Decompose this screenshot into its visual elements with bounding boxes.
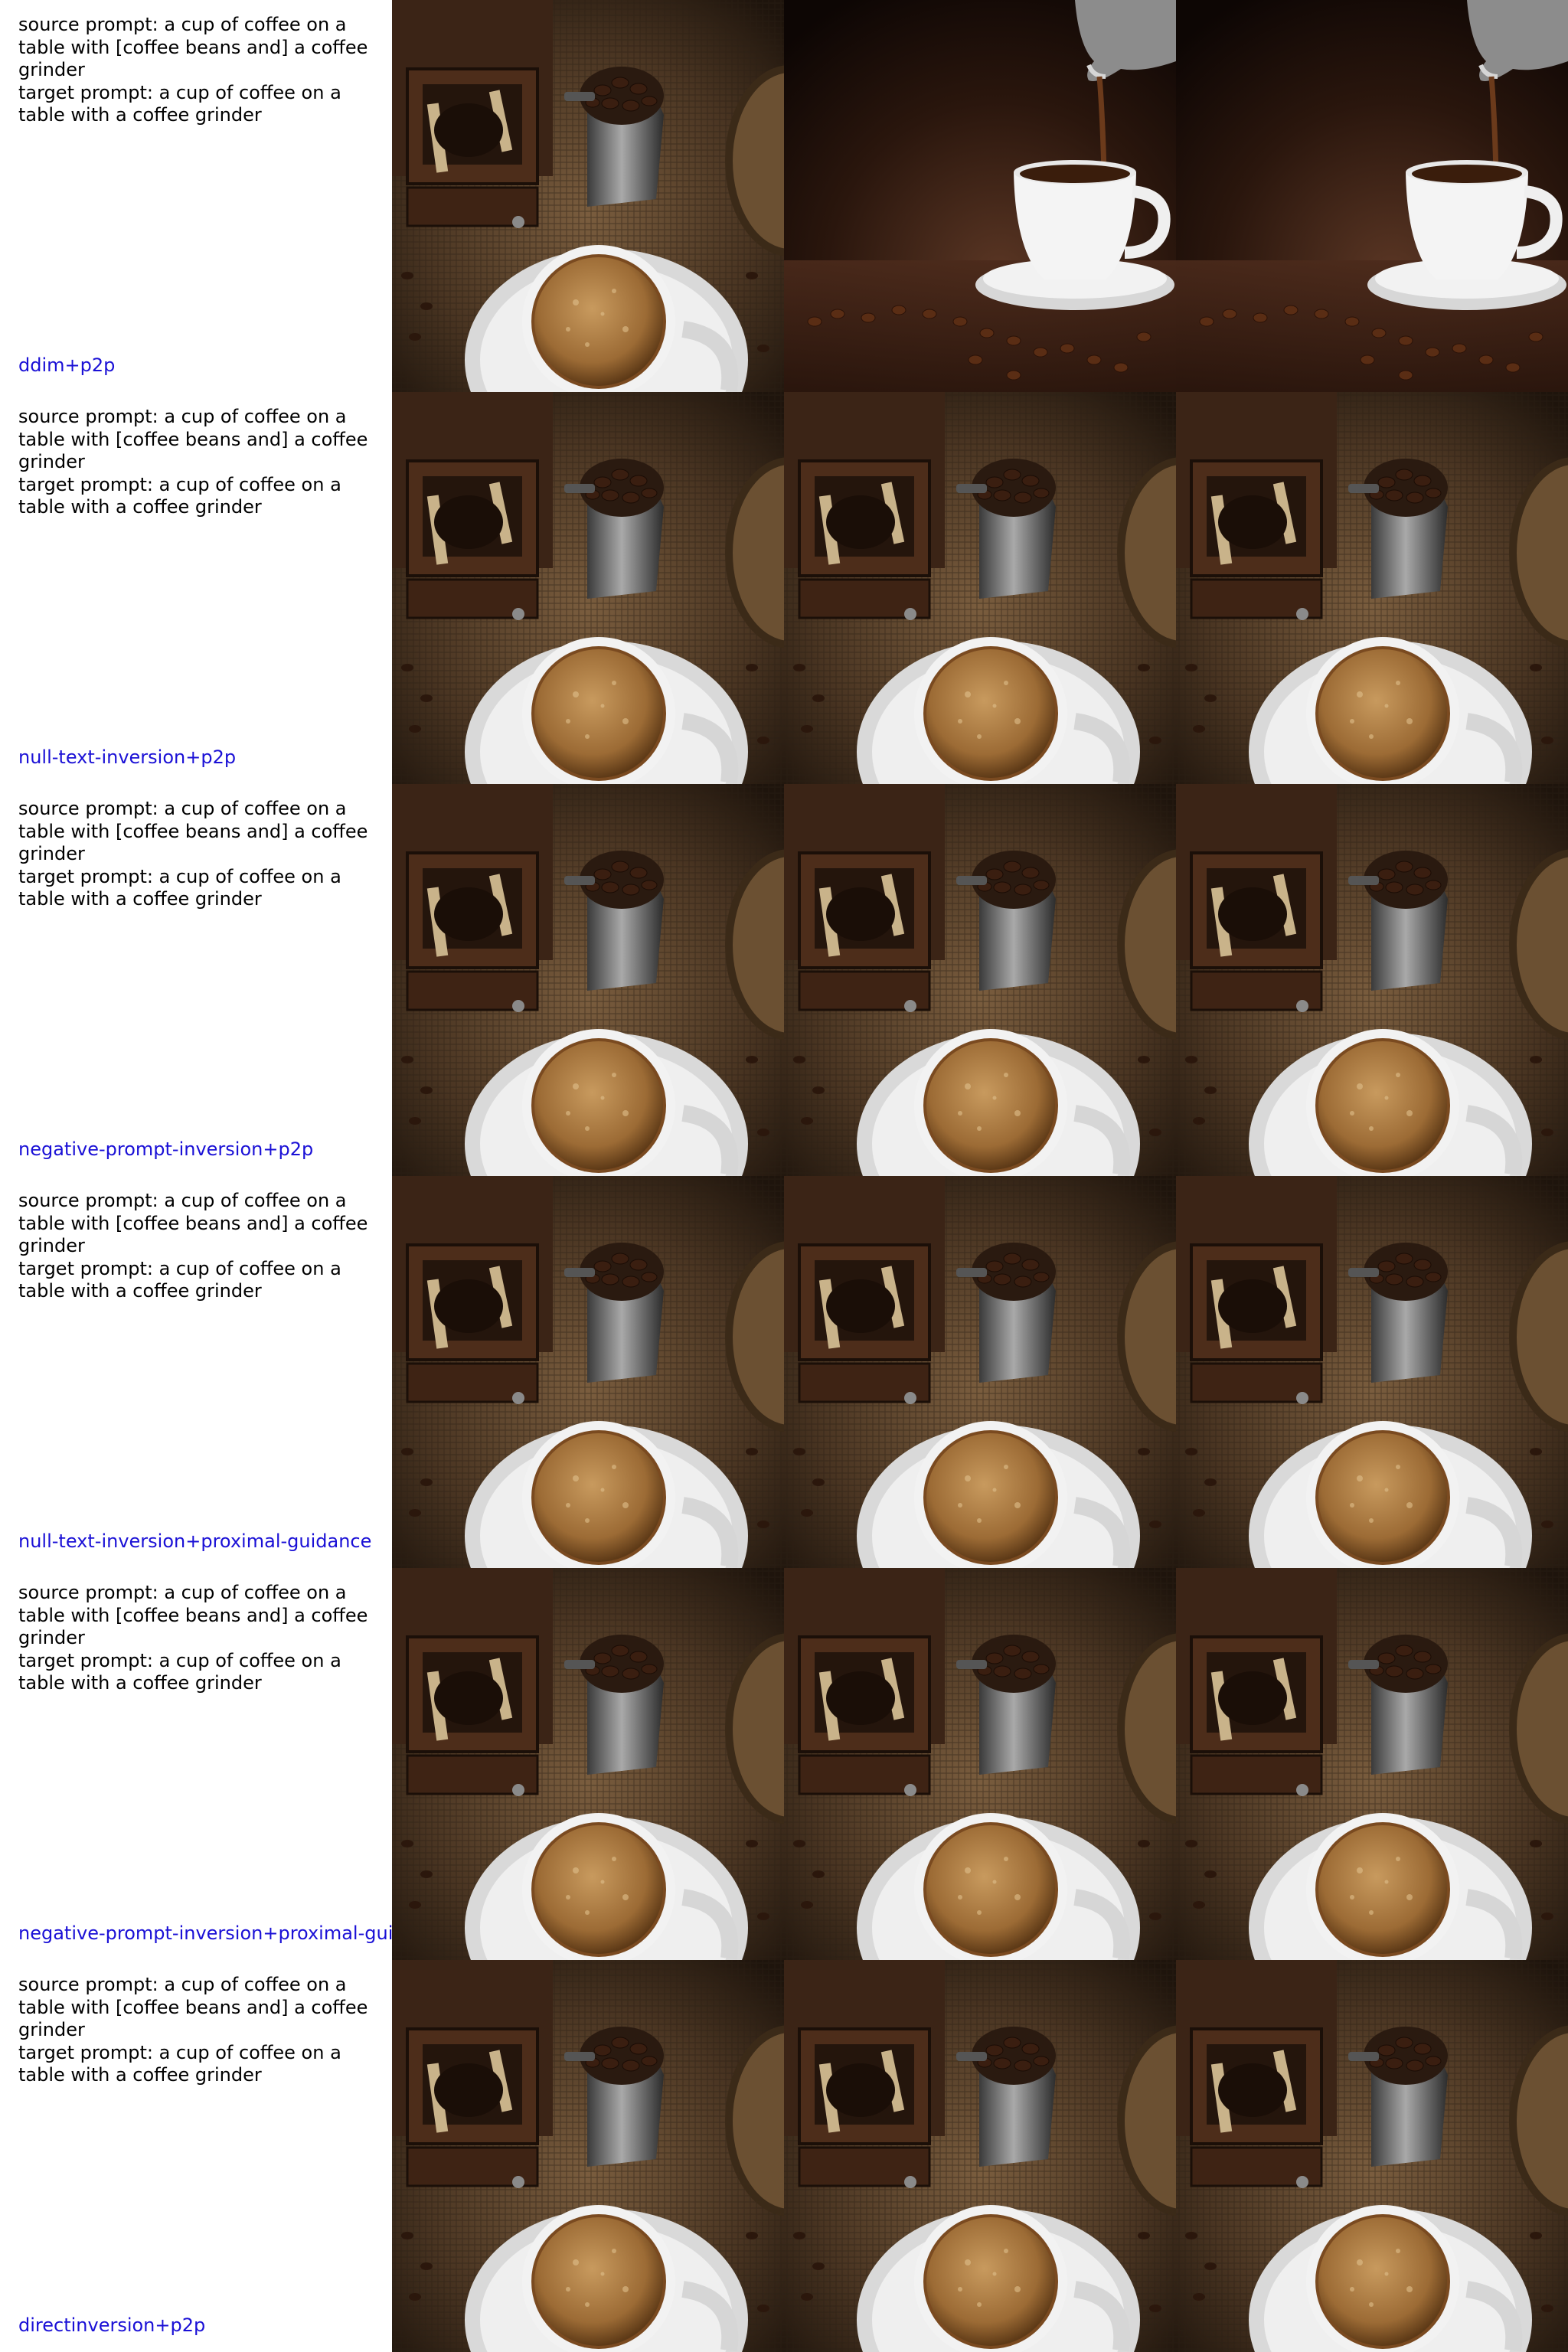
prompt-text: source prompt: a cup of coffee on a tabl… (18, 1974, 392, 2087)
source-prompt: source prompt: a cup of coffee on a tabl… (18, 14, 368, 80)
comparison-grid: source prompt: a cup of coffee on a tabl… (0, 0, 1568, 2352)
method-row: source prompt: a cup of coffee on a tabl… (0, 1568, 1568, 1960)
target-prompt: target prompt: a cup of coffee on a tabl… (18, 81, 341, 126)
coffee-grinder-scene-illustration (1176, 392, 1568, 784)
method-row: source prompt: a cup of coffee on a tabl… (0, 784, 1568, 1176)
row-label-panel: source prompt: a cup of coffee on a tabl… (0, 1176, 392, 1568)
coffee-pouring-scene-illustration (784, 0, 1176, 392)
target-prompt: target prompt: a cup of coffee on a tabl… (18, 473, 341, 518)
coffee-grinder-scene-image (784, 392, 1176, 784)
prompt-text: source prompt: a cup of coffee on a tabl… (18, 14, 392, 127)
row-label-panel: source prompt: a cup of coffee on a tabl… (0, 392, 392, 784)
method-row: source prompt: a cup of coffee on a tabl… (0, 392, 1568, 784)
coffee-pouring-scene-image (1176, 0, 1568, 392)
coffee-grinder-scene-illustration (392, 784, 784, 1176)
target-prompt: target prompt: a cup of coffee on a tabl… (18, 2041, 341, 2086)
method-row: source prompt: a cup of coffee on a tabl… (0, 0, 1568, 392)
coffee-pouring-scene-image (784, 0, 1176, 392)
row-label-panel: source prompt: a cup of coffee on a tabl… (0, 0, 392, 392)
coffee-grinder-scene-image (392, 784, 784, 1176)
method-label: negative-prompt-inversion+p2p (18, 1138, 314, 1160)
coffee-grinder-scene-illustration (392, 0, 784, 392)
coffee-grinder-scene-image (1176, 1176, 1568, 1568)
method-label: directinversion+p2p (18, 2314, 206, 2336)
method-label: negative-prompt-inversion+proximal-guida… (18, 1922, 392, 1944)
coffee-grinder-scene-illustration (392, 1176, 784, 1568)
coffee-grinder-scene-image (1176, 1960, 1568, 2352)
coffee-grinder-scene-illustration (392, 1568, 784, 1960)
method-label: null-text-inversion+proximal-guidance (18, 1530, 372, 1552)
coffee-grinder-scene-illustration (392, 392, 784, 784)
source-prompt: source prompt: a cup of coffee on a tabl… (18, 1974, 368, 2040)
source-prompt: source prompt: a cup of coffee on a tabl… (18, 1190, 368, 1256)
source-prompt: source prompt: a cup of coffee on a tabl… (18, 798, 368, 864)
coffee-grinder-scene-image (784, 1176, 1176, 1568)
coffee-grinder-scene-illustration (1176, 1568, 1568, 1960)
coffee-grinder-scene-illustration (784, 784, 1176, 1176)
coffee-grinder-scene-image (1176, 392, 1568, 784)
coffee-grinder-scene-illustration (1176, 1960, 1568, 2352)
row-label-panel: source prompt: a cup of coffee on a tabl… (0, 784, 392, 1176)
target-prompt: target prompt: a cup of coffee on a tabl… (18, 1257, 341, 1302)
method-row: source prompt: a cup of coffee on a tabl… (0, 1960, 1568, 2352)
coffee-grinder-scene-image (392, 1960, 784, 2352)
coffee-grinder-scene-illustration (784, 392, 1176, 784)
source-prompt: source prompt: a cup of coffee on a tabl… (18, 1582, 368, 1648)
target-prompt: target prompt: a cup of coffee on a tabl… (18, 1649, 341, 1694)
row-label-panel: source prompt: a cup of coffee on a tabl… (0, 1568, 392, 1960)
coffee-grinder-scene-image (392, 1568, 784, 1960)
target-prompt: target prompt: a cup of coffee on a tabl… (18, 865, 341, 910)
coffee-grinder-scene-illustration (784, 1568, 1176, 1960)
method-row: source prompt: a cup of coffee on a tabl… (0, 1176, 1568, 1568)
method-label: ddim+p2p (18, 354, 116, 376)
coffee-grinder-scene-image (1176, 1568, 1568, 1960)
coffee-grinder-scene-image (392, 0, 784, 392)
coffee-grinder-scene-image (392, 1176, 784, 1568)
coffee-grinder-scene-illustration (392, 1960, 784, 2352)
coffee-pouring-scene-illustration (1176, 0, 1568, 392)
method-label: null-text-inversion+p2p (18, 746, 237, 768)
coffee-grinder-scene-illustration (784, 1960, 1176, 2352)
coffee-grinder-scene-image (392, 392, 784, 784)
prompt-text: source prompt: a cup of coffee on a tabl… (18, 798, 392, 911)
coffee-grinder-scene-image (784, 1960, 1176, 2352)
source-prompt: source prompt: a cup of coffee on a tabl… (18, 406, 368, 472)
coffee-grinder-scene-illustration (1176, 784, 1568, 1176)
coffee-grinder-scene-illustration (784, 1176, 1176, 1568)
coffee-grinder-scene-image (784, 1568, 1176, 1960)
prompt-text: source prompt: a cup of coffee on a tabl… (18, 406, 392, 519)
prompt-text: source prompt: a cup of coffee on a tabl… (18, 1582, 392, 1695)
prompt-text: source prompt: a cup of coffee on a tabl… (18, 1190, 392, 1303)
coffee-grinder-scene-illustration (1176, 1176, 1568, 1568)
coffee-grinder-scene-image (1176, 784, 1568, 1176)
row-label-panel: source prompt: a cup of coffee on a tabl… (0, 1960, 392, 2352)
coffee-grinder-scene-image (784, 784, 1176, 1176)
